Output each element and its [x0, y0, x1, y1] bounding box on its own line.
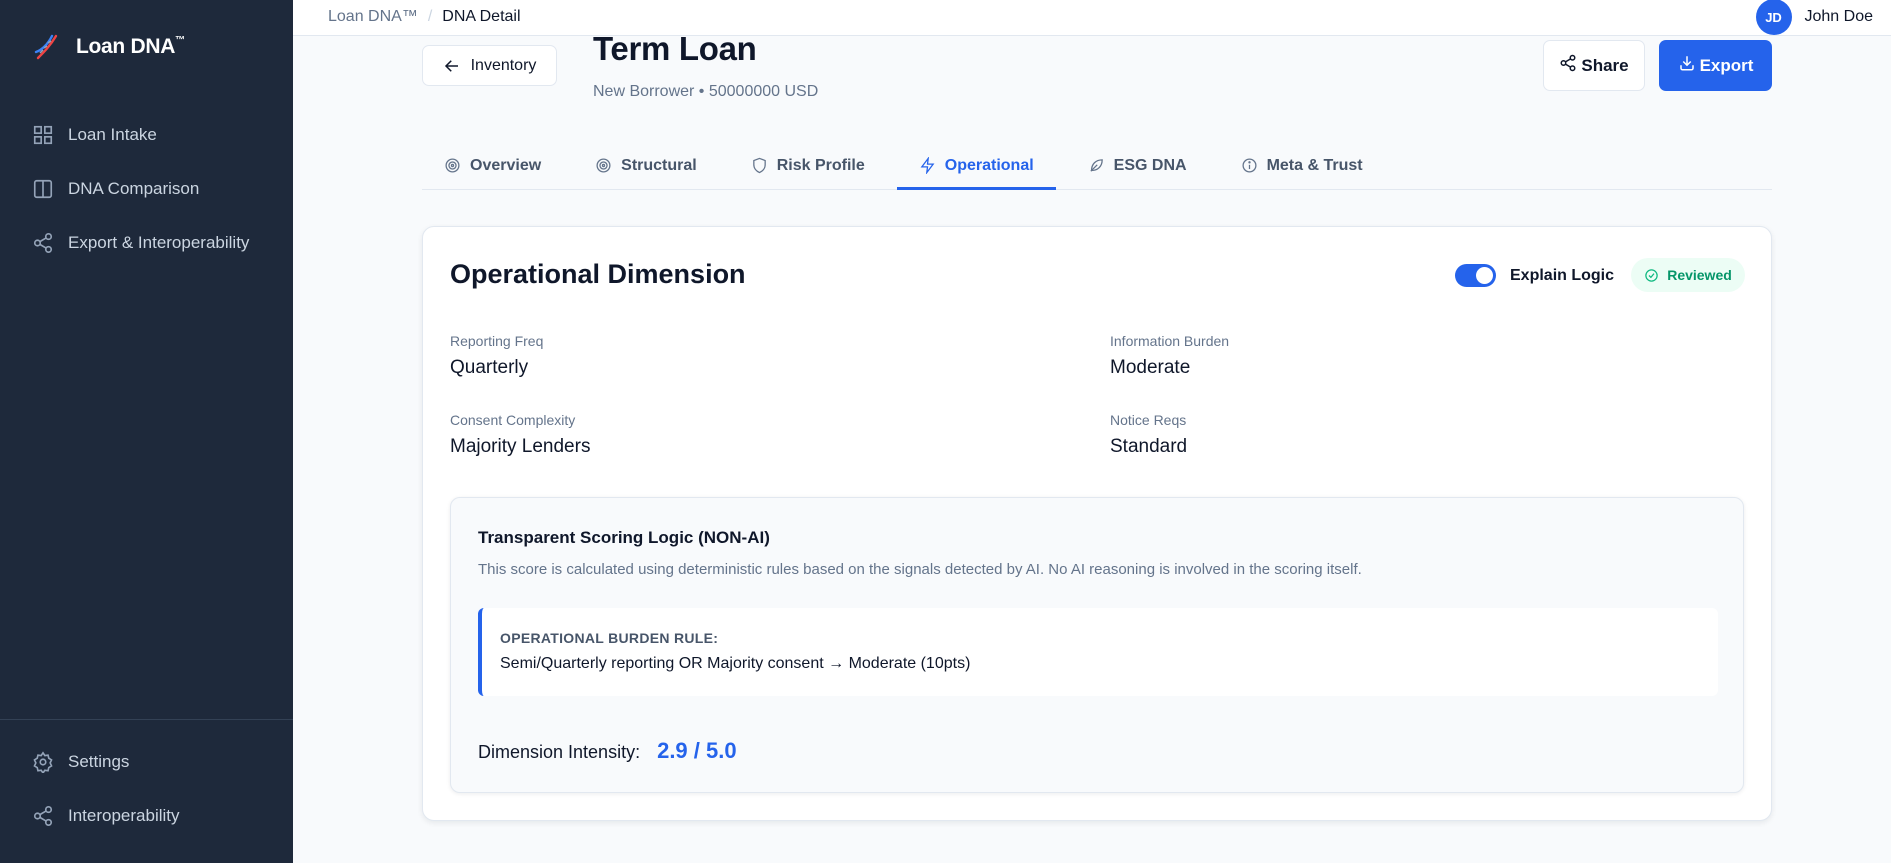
- columns-icon: [33, 179, 53, 199]
- rule-title: OPERATIONAL BURDEN RULE:: [500, 630, 719, 646]
- tab-label: ESG DNA: [1113, 156, 1187, 174]
- sidebar-bottom-nav: Settings Interoperability: [0, 735, 293, 843]
- info-icon: [1242, 158, 1257, 173]
- dna-logo-icon: [34, 34, 58, 60]
- share-nodes-icon: [33, 806, 53, 826]
- sidebar-item-label: Settings: [68, 752, 130, 771]
- field-label: Information Burden: [1110, 333, 1230, 349]
- export-button-label: Export: [1699, 55, 1754, 75]
- sidebar-nav: Loan Intake DNA Comparison Export & Inte…: [0, 108, 293, 270]
- field-information-burden: Information Burden Moderate: [1110, 333, 1229, 379]
- share-nodes-icon: [1560, 54, 1576, 71]
- breadcrumb-root-link[interactable]: Loan DNA™: [328, 8, 418, 26]
- share-nodes-icon: [33, 233, 53, 253]
- share-button[interactable]: Share: [1543, 40, 1645, 91]
- shield-icon: [752, 157, 766, 174]
- grid-icon: [33, 125, 53, 145]
- arrow-left-icon: [444, 59, 458, 72]
- intensity-value: 2.9 / 5.0: [657, 738, 737, 763]
- sidebar-item-dna-comparison[interactable]: DNA Comparison: [0, 162, 293, 216]
- tab-operational[interactable]: Operational: [896, 142, 1056, 190]
- status-badge: Reviewed: [1631, 258, 1745, 292]
- avatar[interactable]: JD: [1755, 0, 1792, 35]
- user-menu[interactable]: JD John Doe: [1755, 0, 1874, 35]
- explain-logic-toggle[interactable]: Explain Logic: [1455, 264, 1614, 287]
- sidebar-item-settings[interactable]: Settings: [0, 735, 293, 789]
- toggle-label: Explain Logic: [1510, 266, 1615, 284]
- tab-label: Overview: [470, 156, 542, 174]
- sidebar: Loan DNA™ Loan Intake DNA Comparison Exp…: [0, 0, 293, 863]
- scoring-logic-description: This score is calculated using determini…: [478, 561, 1362, 578]
- field-value: Quarterly: [450, 357, 529, 378]
- field-consent-complexity: Consent Complexity Majority Lenders: [450, 412, 590, 458]
- field-value: Majority Lenders: [450, 436, 591, 457]
- brand-trademark: ™: [175, 35, 185, 46]
- sidebar-item-label: Loan Intake: [68, 125, 157, 144]
- user-name: John Doe: [1804, 8, 1874, 25]
- field-reporting-freq: Reporting Freq Quarterly: [450, 333, 543, 379]
- export-button[interactable]: Export: [1659, 40, 1772, 91]
- target-icon: [445, 158, 460, 173]
- scoring-logic-panel: Transparent Scoring Logic (NON-AI) This …: [450, 497, 1744, 793]
- gear-icon: [33, 751, 53, 773]
- tab-structural[interactable]: Structural: [595, 142, 697, 189]
- tab-label: Structural: [621, 156, 697, 174]
- tab-esg-dna[interactable]: ESG DNA: [1088, 142, 1187, 189]
- toggle-switch[interactable]: [1455, 264, 1496, 287]
- sidebar-item-label: DNA Comparison: [68, 179, 200, 198]
- breadcrumb-separator: /: [427, 8, 433, 25]
- check-circle-icon: [1645, 268, 1658, 282]
- download-icon: [1679, 55, 1694, 70]
- share-button-label: Share: [1581, 55, 1629, 75]
- lightning-icon: [920, 157, 935, 174]
- rule-box: OPERATIONAL BURDEN RULE: Semi/Quarterly …: [478, 608, 1718, 696]
- status-badge-label: Reviewed: [1667, 267, 1732, 283]
- rule-text: Semi/Quarterly reporting OR Majority con…: [500, 655, 971, 672]
- breadcrumb: Loan DNA™ / DNA Detail: [328, 0, 521, 34]
- tab-risk-profile[interactable]: Risk Profile: [751, 142, 865, 189]
- brand-name: Loan DNA™: [76, 35, 185, 58]
- field-value: Standard: [1110, 436, 1188, 457]
- sidebar-item-label: Export & Interoperability: [68, 233, 250, 252]
- back-to-inventory-button[interactable]: Inventory: [422, 45, 557, 86]
- sidebar-item-interoperability[interactable]: Interoperability: [0, 789, 293, 843]
- back-button-label: Inventory: [470, 56, 537, 74]
- topbar: Loan DNA™ / DNA Detail JD John Doe: [293, 0, 1891, 36]
- sidebar-item-label: Interoperability: [68, 806, 180, 825]
- intensity-label: Dimension Intensity:: [478, 742, 641, 762]
- brand[interactable]: Loan DNA™: [32, 32, 185, 62]
- page-title: Term Loan: [593, 30, 757, 67]
- tab-overview[interactable]: Overview: [444, 142, 541, 189]
- field-label: Reporting Freq: [450, 333, 544, 349]
- field-value: Moderate: [1110, 357, 1191, 378]
- operational-dimension-card: Operational Dimension Explain Logic Revi…: [422, 226, 1772, 821]
- field-label: Notice Reqs: [1110, 412, 1187, 428]
- dimension-intensity: Dimension Intensity: 2.9 / 5.0: [478, 738, 737, 764]
- field-notice-reqs: Notice Reqs Standard: [1110, 412, 1187, 458]
- sidebar-item-export-interoperability[interactable]: Export & Interoperability: [0, 216, 293, 270]
- sidebar-item-loan-intake[interactable]: Loan Intake: [0, 108, 293, 162]
- page-subtitle: New Borrower • 50000000 USD: [593, 83, 819, 100]
- leaf-icon: [1090, 159, 1103, 172]
- tab-label: Meta & Trust: [1266, 156, 1363, 174]
- scoring-logic-title: Transparent Scoring Logic (NON-AI): [478, 528, 770, 547]
- tab-meta-trust[interactable]: Meta & Trust: [1241, 142, 1363, 189]
- field-label: Consent Complexity: [450, 412, 576, 428]
- target-icon: [596, 158, 611, 173]
- tab-label: Risk Profile: [776, 156, 865, 174]
- tab-label: Operational: [944, 156, 1034, 174]
- card-title: Operational Dimension: [450, 259, 746, 289]
- breadcrumb-current: DNA Detail: [442, 8, 521, 25]
- dimension-tabs: Overview Structural Risk Profile Operati…: [422, 142, 1772, 190]
- sidebar-divider: [0, 719, 293, 720]
